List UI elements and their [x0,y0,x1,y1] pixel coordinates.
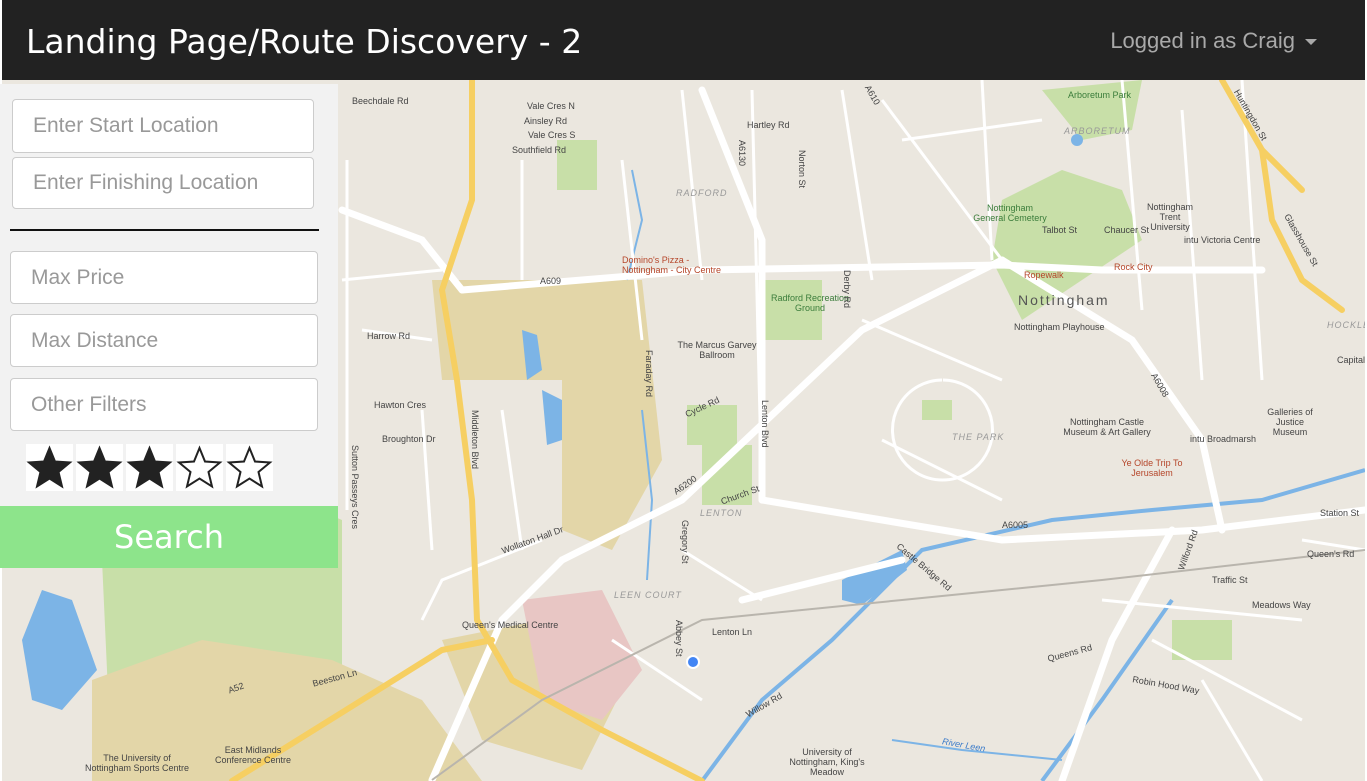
map-label: Beechdale Rd [352,96,409,106]
map-label: Derby Rd [842,270,852,309]
map-label: Galleries of Justice Museum [1267,407,1313,437]
map-label: RADFORD [676,188,728,198]
star-filled-icon[interactable] [126,444,173,491]
map-label: Capital [1337,355,1365,365]
map-label: Sutton Passeys Cres [350,445,360,530]
map-label: Southfield Rd [512,145,567,155]
map-label: A6130 [737,140,747,167]
map-label: Vale Cres S [528,130,576,140]
page-title: Landing Page/Route Discovery - 2 [26,22,583,61]
map-label: Rock City [1114,262,1153,272]
search-button[interactable]: Search [0,506,338,568]
star-rating[interactable] [26,444,276,491]
map-label: The University of Nottingham Sports Cent… [84,753,190,773]
map-label: Ainsley Rd [524,116,568,126]
map-label: Radford Recreation Ground [770,293,850,313]
map-label: Queen's Medical Centre [462,620,559,630]
max-price-input[interactable] [10,251,318,304]
star-filled-icon[interactable] [76,444,123,491]
map-label: Faraday Rd [644,350,654,398]
star-empty-icon[interactable] [176,444,223,491]
map-label: HOCKLE [1327,320,1365,330]
map-label: Station St [1320,508,1360,518]
star-empty-icon[interactable] [226,444,273,491]
map-label: THE PARK [952,432,1005,442]
map-label: ARBORETUM [1064,126,1131,136]
map-label: Talbot St [1042,225,1078,235]
map-label: Abbey St [674,620,684,657]
map-label: A6005 [1002,520,1029,530]
other-filters-input[interactable] [10,378,318,431]
map-label: Domino's Pizza - Nottingham - City Centr… [622,255,722,275]
map-label: Gregory St [680,520,690,564]
route-search-panel: Search [0,84,338,568]
map-label: Meadows Way [1252,600,1311,610]
map-label: Vale Cres N [527,101,575,111]
map-label: Norton St [797,150,807,189]
map-label: LEEN COURT [614,590,682,600]
max-distance-input[interactable] [10,314,318,367]
map-label: Hawton Cres [374,400,427,410]
map-label: Nottingham [1018,292,1110,308]
map-label: intu Victoria Centre [1184,235,1261,245]
user-menu-label: Logged in as Craig [1110,28,1295,53]
map-label: Lenton Ln [712,627,753,637]
map-label: LENTON [700,508,743,518]
map-label: Traffic St [1212,575,1248,585]
current-location-marker[interactable] [686,655,700,669]
finish-location-input[interactable] [12,157,314,209]
map-label: Hartley Rd [747,120,790,130]
map-label: Nottingham General Cemetery [973,203,1047,223]
user-menu[interactable]: Logged in as Craig [1110,28,1317,54]
map-label: Nottingham Playhouse [1014,322,1105,332]
start-location-input[interactable] [12,99,314,153]
map-label: East Midlands Conference Centre [214,745,292,765]
map-label: Ye Olde Trip To Jerusalem [1121,458,1183,478]
caret-down-icon [1305,39,1317,46]
map-label: Broughton Dr [382,434,436,444]
map-label: intu Broadmarsh [1190,434,1257,444]
map-label: Lenton Blvd [760,400,770,448]
map-label: A609 [540,276,562,286]
map-label: Chaucer St [1104,225,1150,235]
map-label: University of Nottingham, King's Meadow [789,747,865,777]
app-header: Landing Page/Route Discovery - 2 Logged … [2,0,1365,80]
map-label: Middleton Blvd [470,410,480,470]
map-label: Ropewalk [1024,270,1064,280]
map-label: Nottingham Castle Museum & Art Gallery [1063,417,1151,437]
map-label: Queen's Rd [1307,549,1355,559]
panel-divider [10,229,319,231]
map-label: The Marcus Garvey Ballroom [677,340,757,360]
map-label: Harrow Rd [367,331,411,341]
map-label: Arboretum Park [1068,90,1132,100]
star-filled-icon[interactable] [26,444,73,491]
